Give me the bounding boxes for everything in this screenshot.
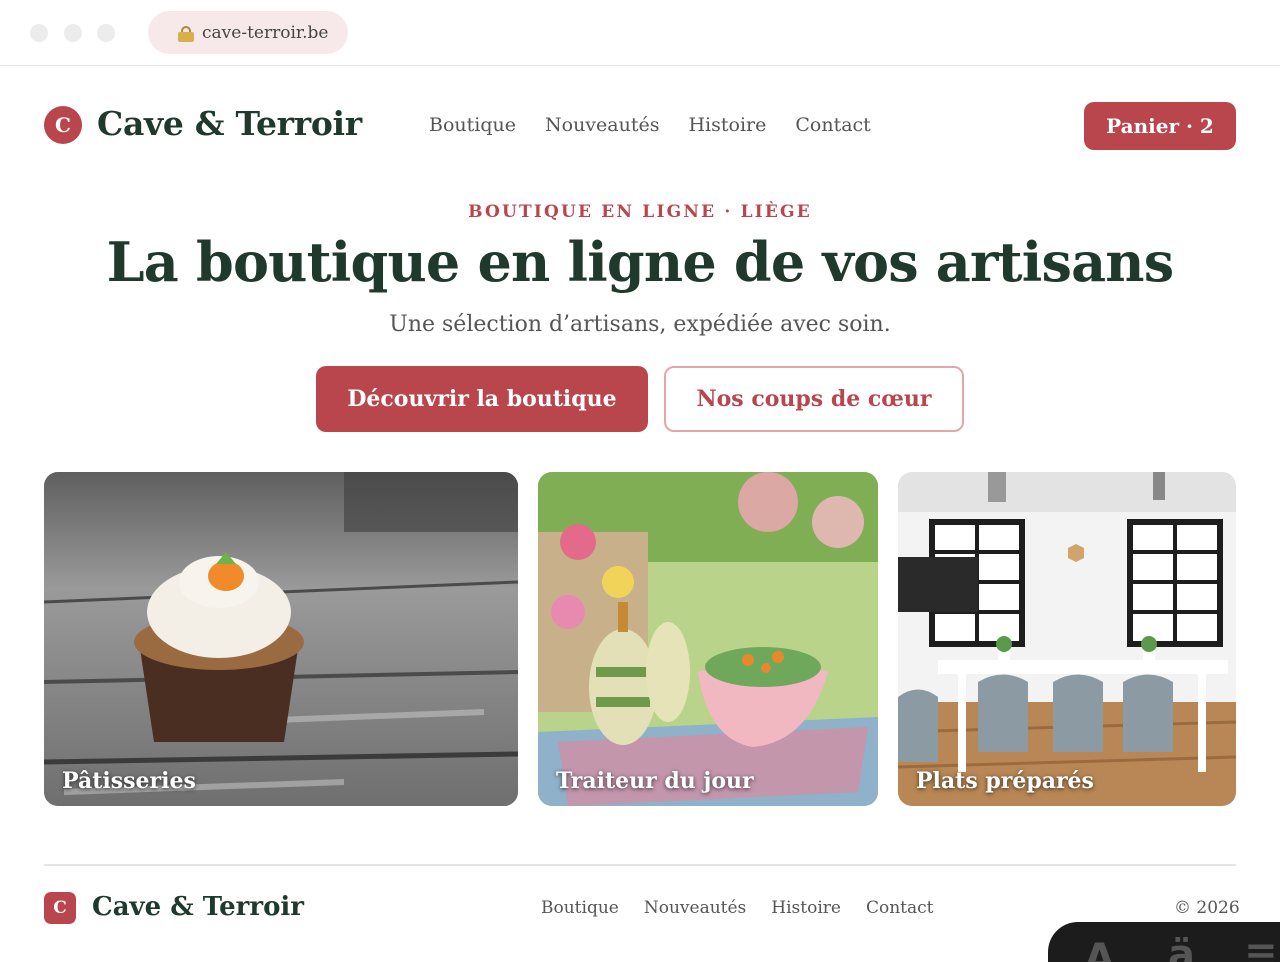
address-bar[interactable]: cave-terroir.be: [148, 11, 348, 54]
card-label: Plats préparés: [916, 768, 1094, 794]
favorites-button[interactable]: Nos coups de cœur: [664, 366, 964, 432]
copyright-text: © 2026: [1174, 898, 1240, 918]
footer-link-boutique[interactable]: Boutique: [541, 898, 619, 918]
nav-link-boutique[interactable]: Boutique: [429, 114, 516, 136]
lock-icon: [178, 26, 194, 42]
footer-link-nouveautes[interactable]: Nouveautés: [644, 898, 746, 918]
main-nav: Boutique Nouveautés Histoire Contact: [429, 114, 871, 136]
footer-nav: Boutique Nouveautés Histoire Contact: [541, 898, 933, 918]
nav-link-nouveautes[interactable]: Nouveautés: [545, 114, 659, 136]
hero-title: La boutique en ligne de vos artisans: [106, 230, 1175, 294]
brand-name[interactable]: Cave & Terroir: [97, 104, 362, 143]
translate-tool-icon[interactable]: ä: [1168, 932, 1195, 962]
card-label: Pâtisseries: [62, 768, 196, 794]
cupcake-image: [44, 472, 518, 806]
window-maximize-dot[interactable]: [97, 24, 115, 42]
hero-eyebrow: BOUTIQUE EN LIGNE · LIÈGE: [468, 202, 812, 222]
browser-toolbar: cave-terroir.be: [0, 0, 1280, 66]
menu-tool-icon[interactable]: ≡: [1244, 932, 1278, 962]
hero-subtitle: Une sélection d’artisans, expédiée avec …: [389, 312, 891, 337]
cart-button[interactable]: Panier · 2: [1084, 102, 1236, 150]
logo-badge[interactable]: C: [44, 106, 82, 144]
category-card-plats[interactable]: Plats préparés: [898, 472, 1236, 806]
category-card-traiteur[interactable]: Traiteur du jour: [538, 472, 878, 806]
nav-link-contact[interactable]: Contact: [795, 114, 870, 136]
footer-link-contact[interactable]: Contact: [866, 898, 934, 918]
text-tool-icon[interactable]: A: [1084, 936, 1115, 962]
footer-link-histoire[interactable]: Histoire: [771, 898, 841, 918]
category-card-patisseries[interactable]: Pâtisseries: [44, 472, 518, 806]
salad-table-image: [538, 472, 878, 806]
footer-divider: [44, 864, 1236, 866]
card-label: Traiteur du jour: [556, 768, 754, 794]
window-minimize-dot[interactable]: [64, 24, 82, 42]
window-close-dot[interactable]: [30, 24, 48, 42]
dining-room-image: [898, 472, 1236, 806]
nav-link-histoire[interactable]: Histoire: [688, 114, 766, 136]
floating-toolbar[interactable]: A ä ≡: [1048, 922, 1280, 962]
footer-logo-badge[interactable]: C: [44, 892, 76, 924]
footer-brand-name[interactable]: Cave & Terroir: [92, 892, 304, 922]
discover-shop-button[interactable]: Découvrir la boutique: [316, 366, 648, 432]
url-text: cave-terroir.be: [202, 22, 329, 43]
